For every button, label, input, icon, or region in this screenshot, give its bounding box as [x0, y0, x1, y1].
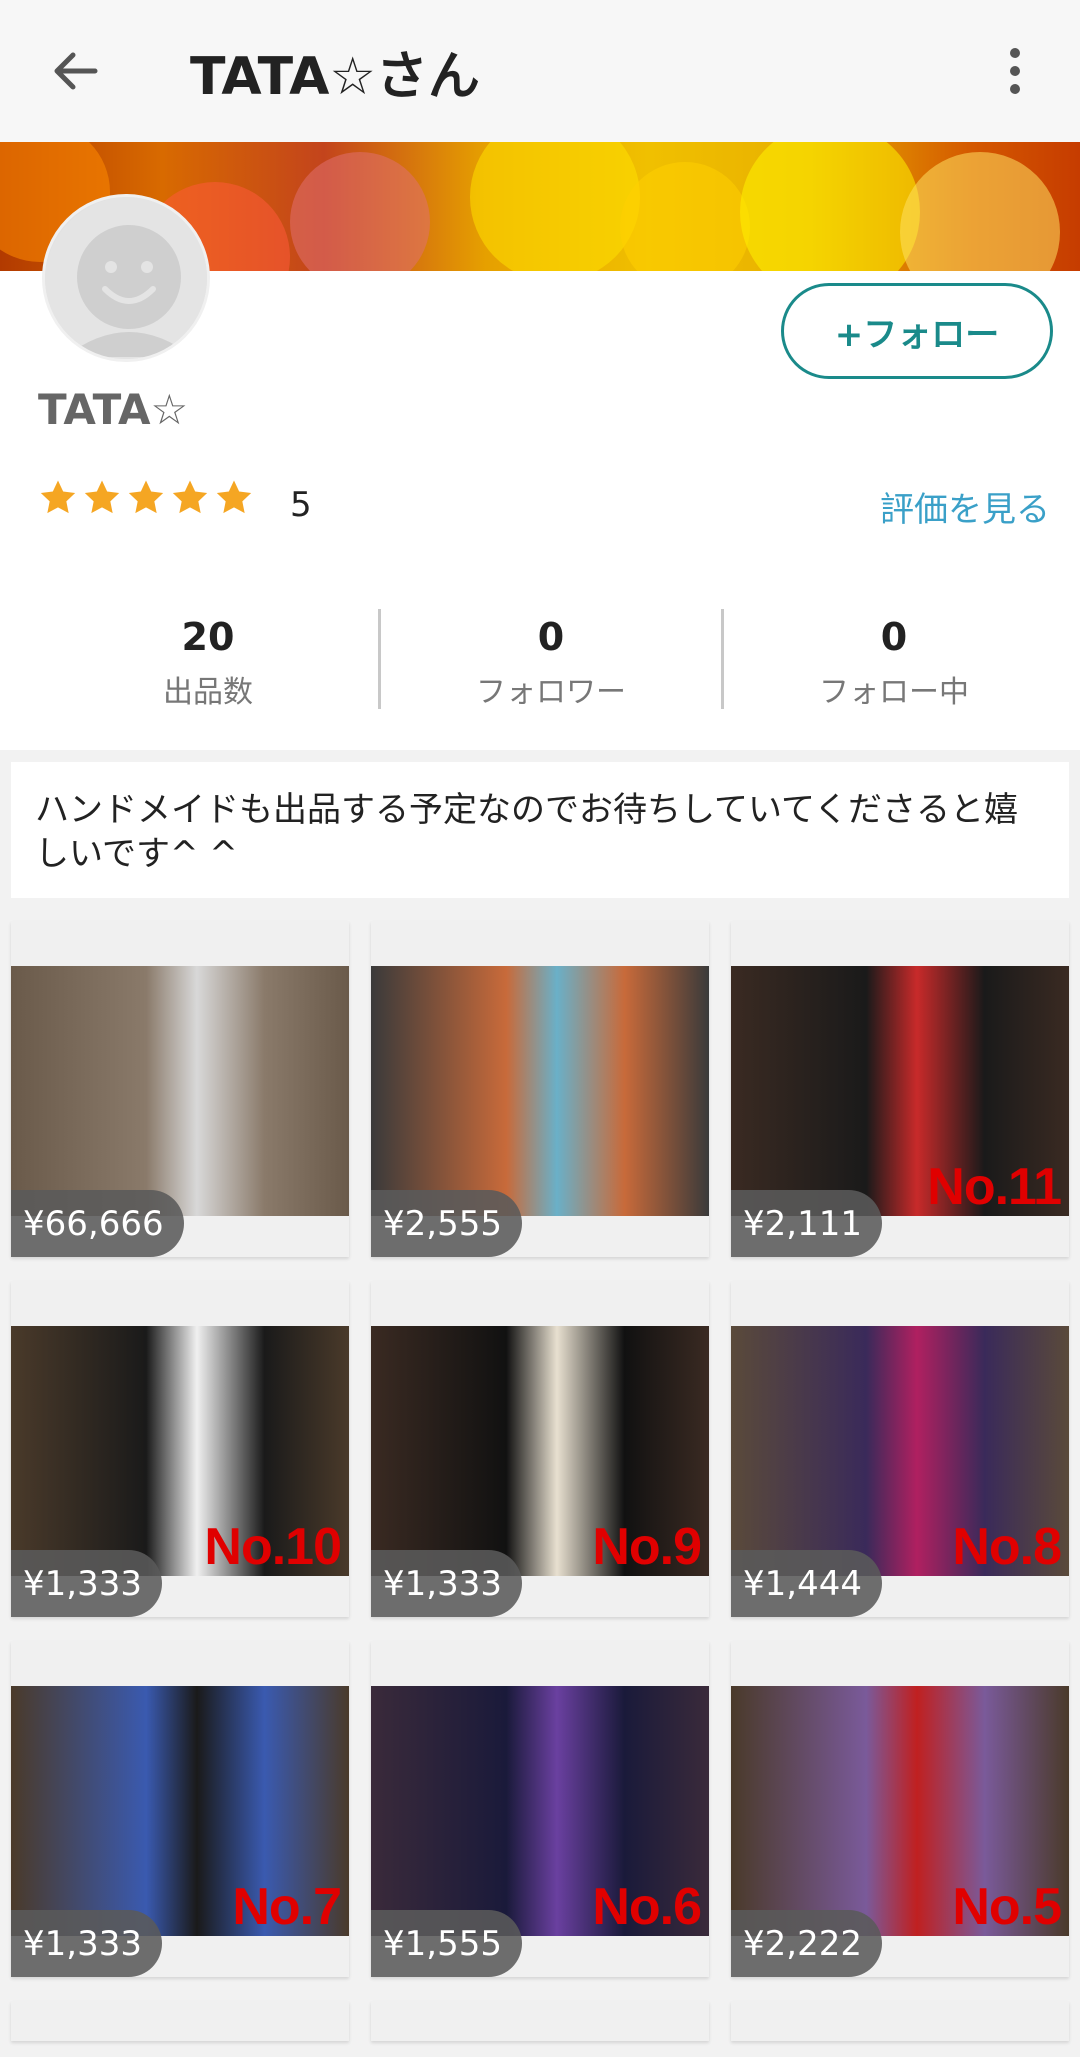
item-price: ¥1,555: [371, 1910, 522, 1977]
star-icon: [216, 480, 252, 514]
item-number-label: No.6: [592, 1878, 702, 1936]
username: TATA☆: [38, 385, 189, 434]
item-card[interactable]: [11, 2001, 349, 2041]
item-price: ¥1,333: [11, 1550, 162, 1617]
page-title: TATA☆さん: [190, 47, 480, 107]
item-card[interactable]: No.7 ¥1,333: [11, 1641, 349, 1977]
item-number-label: No.9: [592, 1518, 702, 1576]
item-grid: ¥66,666 ¥2,555 No.11 ¥2,111 No.10 ¥1,333 No.9 ¥…: [11, 921, 1069, 2041]
item-number-label: No.7: [232, 1878, 342, 1936]
profile-bio: ハンドメイドも出品する予定なのでお待ちしていてくださると嬉しいです^ ^: [11, 762, 1069, 898]
stat-number: 20: [181, 615, 235, 659]
back-arrow-icon[interactable]: [40, 36, 110, 106]
item-card[interactable]: No.11 ¥2,111: [731, 921, 1069, 1257]
stat-followers[interactable]: 0 フォロワー: [381, 605, 721, 713]
item-price: ¥1,444: [731, 1550, 882, 1617]
item-card[interactable]: No.9 ¥1,333: [371, 1281, 709, 1617]
rating-value: 5: [290, 485, 312, 525]
rating-stars: [38, 478, 254, 530]
item-price: ¥2,111: [731, 1190, 882, 1257]
item-photo: [371, 966, 709, 1216]
star-icon: [84, 480, 120, 514]
item-card[interactable]: No.10 ¥1,333: [11, 1281, 349, 1617]
item-card[interactable]: No.6 ¥1,555: [371, 1641, 709, 1977]
item-card[interactable]: No.8 ¥1,444: [731, 1281, 1069, 1617]
item-number-label: No.8: [952, 1518, 1062, 1576]
stat-number: 0: [537, 615, 565, 659]
stat-label: 出品数: [163, 675, 253, 710]
avatar: [42, 194, 210, 362]
star-icon: [128, 480, 164, 514]
star-icon: [40, 480, 76, 514]
item-price: ¥2,555: [371, 1190, 522, 1257]
stat-following[interactable]: 0 フォロー中: [724, 605, 1064, 713]
stat-label: フォロー中: [819, 675, 969, 710]
item-card[interactable]: [371, 2001, 709, 2041]
stat-label: フォロワー: [476, 675, 626, 710]
follow-button[interactable]: +フォロー: [781, 283, 1053, 379]
app-bar: TATA☆さん: [0, 0, 1080, 142]
item-card[interactable]: No.5 ¥2,222: [731, 1641, 1069, 1977]
more-vertical-icon[interactable]: [980, 36, 1050, 106]
item-photo: [11, 966, 349, 1216]
star-icon: [172, 480, 208, 514]
item-number-label: No.5: [952, 1878, 1062, 1936]
stat-number: 0: [880, 615, 908, 659]
stat-listings[interactable]: 20 出品数: [38, 605, 378, 713]
item-price: ¥66,666: [11, 1190, 184, 1257]
item-price: ¥1,333: [371, 1550, 522, 1617]
item-number-label: No.11: [927, 1158, 1062, 1216]
see-reviews-link[interactable]: 評価を見る: [880, 482, 1050, 531]
item-card[interactable]: ¥66,666: [11, 921, 349, 1257]
item-card[interactable]: [731, 2001, 1069, 2041]
item-number-label: No.10: [204, 1518, 342, 1576]
item-card[interactable]: ¥2,555: [371, 921, 709, 1257]
item-price: ¥1,333: [11, 1910, 162, 1977]
stats-bar: 20 出品数 0 フォロワー 0 フォロー中: [0, 605, 1080, 713]
item-price: ¥2,222: [731, 1910, 882, 1977]
